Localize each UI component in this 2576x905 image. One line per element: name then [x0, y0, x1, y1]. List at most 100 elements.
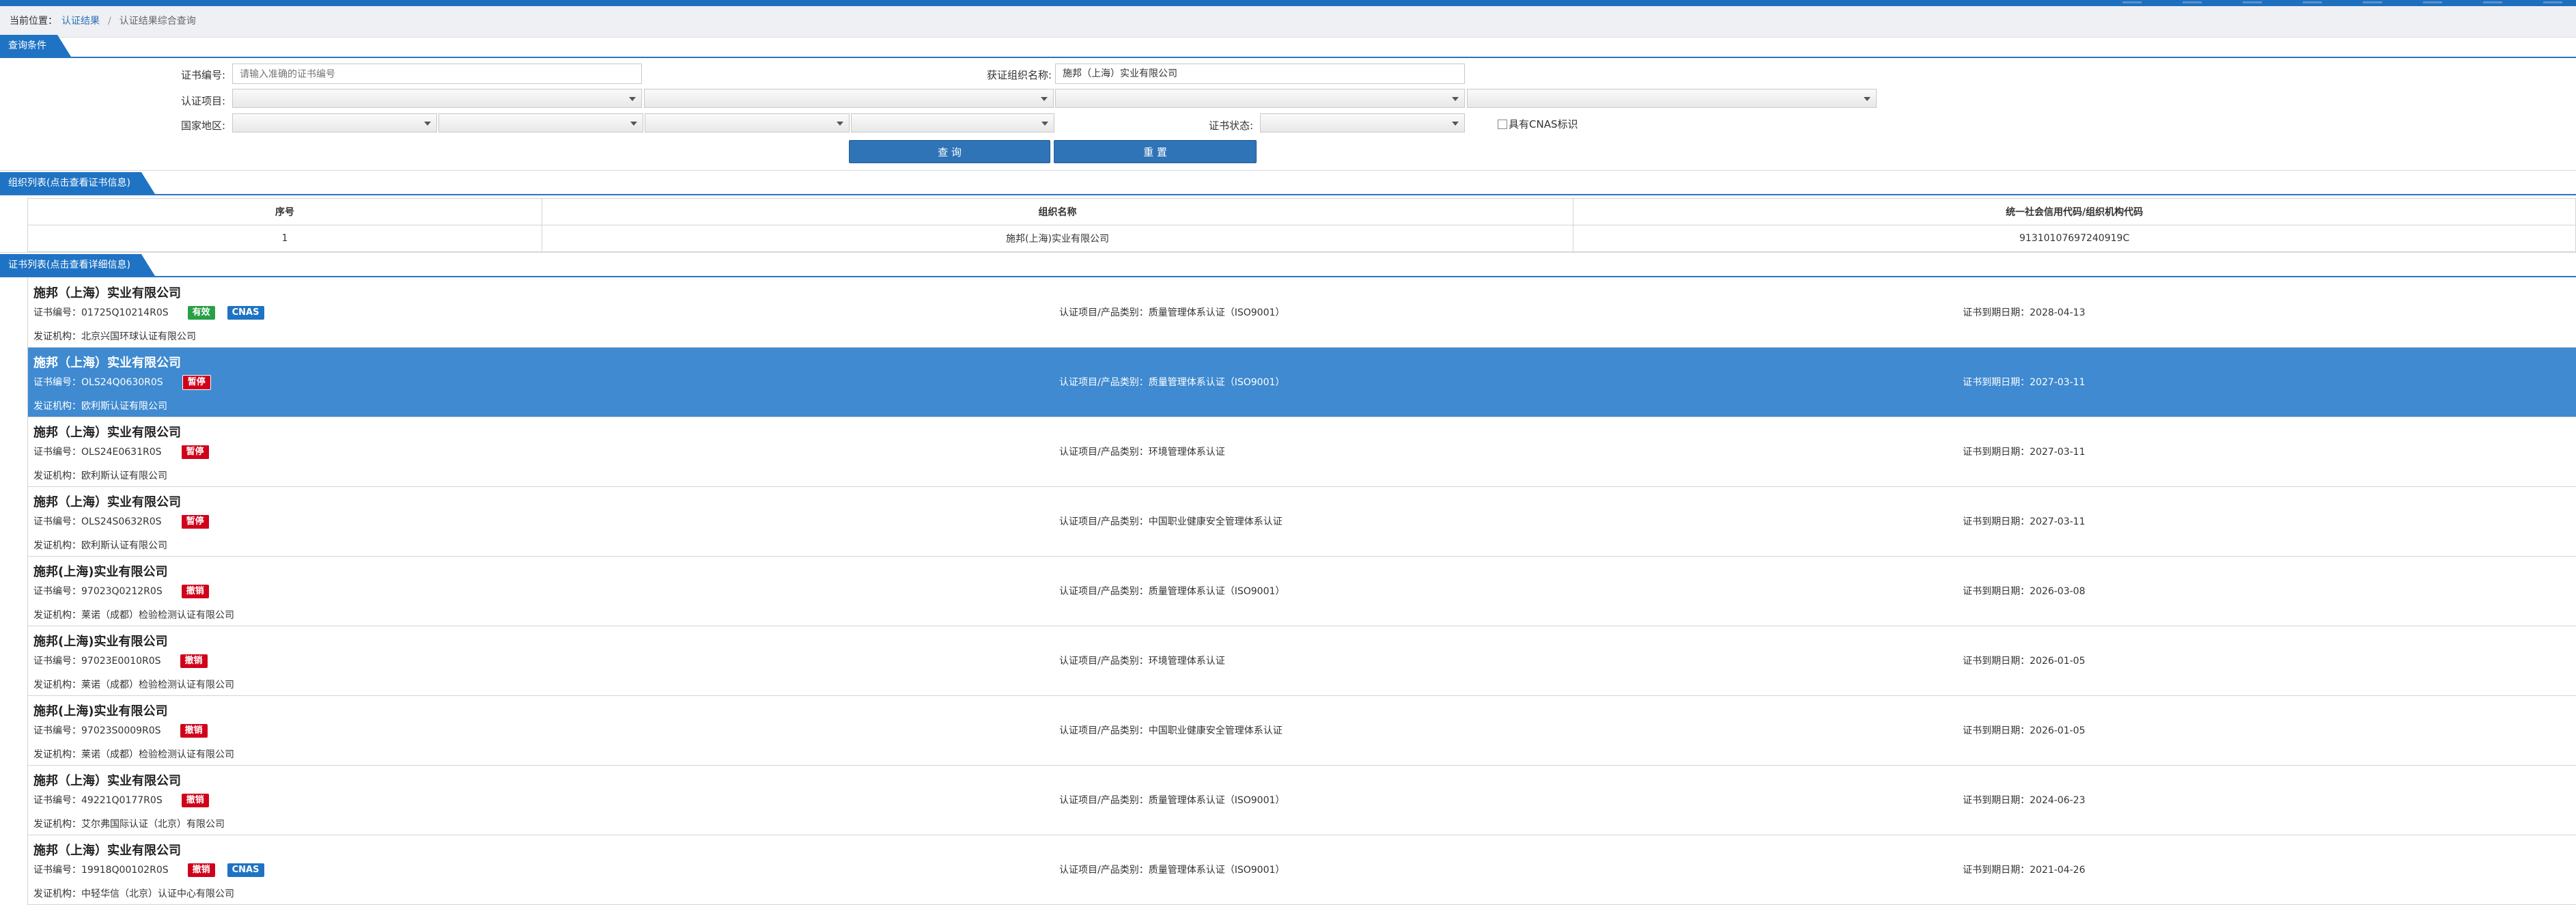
cert-no: 97023Q0212R0S	[81, 586, 163, 597]
col-header-index: 序号	[27, 198, 542, 225]
cnas-checkbox-label: 具有CNAS标识	[1509, 118, 1578, 130]
checkbox-icon[interactable]	[1498, 120, 1507, 129]
project-select-3[interactable]	[1055, 89, 1465, 108]
product-prefix: 认证项目/产品类别：	[1059, 586, 1149, 597]
org-name-input[interactable]: 施邦（上海）实业有限公司	[1055, 64, 1465, 84]
cert-no: OLS24Q0630R0S	[81, 377, 163, 388]
cert-no: 97023S0009R0S	[81, 725, 161, 736]
product-prefix: 认证项目/产品类别：	[1059, 307, 1149, 318]
cert-number-line: 证书编号：01725Q10214R0S 有效 CNAS	[33, 305, 264, 320]
list-item[interactable]: 施邦（上海）实业有限公司 证书编号：49221Q0177R0S 撤销 认证项目/产品类…	[27, 766, 2576, 835]
issuer-prefix: 发证机构：	[33, 680, 81, 691]
cert-issuer: 艾尔弗国际认证（北京）有限公司	[81, 819, 225, 830]
status-badge: 有效	[187, 306, 215, 320]
cert-expiry-line: 证书到期日期：2026-01-05	[1963, 723, 2085, 737]
status-select[interactable]	[1260, 113, 1465, 133]
expiry-prefix: 证书到期日期：	[1963, 656, 2030, 667]
query-section-header: 查询条件	[0, 33, 2576, 58]
search-button[interactable]: 查 询	[849, 140, 1050, 163]
chevron-down-icon	[1452, 122, 1459, 126]
cert-issuer-line: 发证机构：艾尔弗国际认证（北京）有限公司	[33, 817, 225, 831]
breadcrumb-link-results[interactable]: 认证结果	[61, 16, 100, 27]
list-item[interactable]: 施邦（上海）实业有限公司 证书编号：OLS24E0631R0S 暂停 认证项目/产品类…	[27, 417, 2576, 487]
cert-expiry: 2026-03-08	[2030, 586, 2086, 597]
cert-no-input[interactable]	[232, 64, 642, 84]
list-item[interactable]: 施邦(上海)实业有限公司 证书编号：97023E0010R0S 撤销 认证项目/产品类…	[27, 626, 2576, 696]
cert-product-line: 认证项目/产品类别：质量管理体系认证（ISO9001）	[1059, 375, 1285, 389]
cert-number-line: 证书编号：97023E0010R0S 撤销	[33, 654, 208, 668]
nav-link[interactable]	[2183, 1, 2202, 3]
nav-link[interactable]	[2363, 1, 2382, 3]
cert-no: 97023E0010R0S	[81, 656, 161, 667]
project-label: 认证项目:	[180, 95, 225, 107]
list-item[interactable]: 施邦（上海）实业有限公司 证书编号：OLS24S0632R0S 暂停 认证项目/产品类…	[27, 487, 2576, 557]
cert-expiry: 2027-03-11	[2030, 447, 2086, 458]
cert-number-line: 证书编号：OLS24Q0630R0S 暂停	[33, 375, 211, 390]
cert-section-title: 证书列表(点击查看详细信息)	[0, 254, 155, 276]
list-item[interactable]: 施邦(上海)实业有限公司 证书编号：97023S0009R0S 撤销 认证项目/产品类…	[27, 696, 2576, 766]
chevron-down-icon	[424, 122, 431, 126]
cnas-checkbox[interactable]: 具有CNAS标识	[1498, 117, 1578, 131]
cert-expiry: 2021-04-26	[2030, 865, 2086, 876]
status-badge: 撤销	[181, 585, 209, 598]
cert-no-prefix: 证书编号：	[33, 656, 81, 667]
nav-link[interactable]	[2543, 1, 2562, 3]
nav-link[interactable]	[2423, 1, 2442, 3]
breadcrumb-prefix: 当前位置：	[10, 16, 57, 27]
cert-product-line: 认证项目/产品类别：中国职业健康安全管理体系认证	[1059, 723, 1283, 737]
cert-no-prefix: 证书编号：	[33, 795, 81, 806]
org-section-title: 组织列表(点击查看证书信息)	[0, 172, 155, 194]
cert-issuer: 莱诺（成都）检验检测认证有限公司	[81, 610, 234, 621]
cert-number-line: 证书编号：97023S0009R0S 撤销	[33, 723, 208, 738]
issuer-prefix: 发证机构：	[33, 540, 81, 551]
cert-expiry-line: 证书到期日期：2024-06-23	[1963, 793, 2085, 807]
cert-product-line: 认证项目/产品类别：质量管理体系认证（ISO9001）	[1059, 793, 1285, 807]
list-item[interactable]: 施邦（上海）实业有限公司 证书编号：01725Q10214R0S 有效 CNAS 认证项…	[27, 278, 2576, 348]
status-badge: 撤销	[180, 654, 208, 668]
cert-product: 中国职业健康安全管理体系认证	[1148, 725, 1283, 736]
project-select-2[interactable]	[644, 89, 1054, 108]
expiry-prefix: 证书到期日期：	[1963, 516, 2030, 527]
nav-link[interactable]	[2303, 1, 2322, 3]
cert-expiry-line: 证书到期日期：2027-03-11	[1963, 445, 2085, 458]
cert-expiry: 2028-04-13	[2030, 307, 2086, 318]
nav-link[interactable]	[2123, 1, 2142, 3]
cert-expiry: 2027-03-11	[2030, 516, 2086, 527]
issuer-prefix: 发证机构：	[33, 331, 81, 342]
expiry-prefix: 证书到期日期：	[1963, 447, 2030, 458]
cert-product: 环境管理体系认证	[1148, 656, 1225, 667]
region-select-2[interactable]	[438, 113, 643, 133]
list-item[interactable]: 施邦（上海）实业有限公司 证书编号：19918Q00102R0S 撤销 CNAS 认证项…	[27, 835, 2576, 905]
region-select-4[interactable]	[851, 113, 1054, 133]
expiry-prefix: 证书到期日期：	[1963, 307, 2030, 318]
region-select-1[interactable]	[232, 113, 437, 133]
chevron-down-icon	[629, 97, 636, 101]
region-select-3[interactable]	[645, 113, 850, 133]
status-label: 证书状态:	[1208, 120, 1253, 132]
list-item[interactable]: 施邦(上海)实业有限公司 证书编号：97023Q0212R0S 撤销 认证项目/产品类…	[27, 557, 2576, 626]
breadcrumb-separator: /	[108, 16, 111, 27]
table-row[interactable]: 1 施邦(上海)实业有限公司 91310107697240919C	[27, 225, 2576, 252]
cert-number-line: 证书编号：97023Q0212R0S 撤销	[33, 584, 209, 598]
col-header-credit-code: 统一社会信用代码/组织机构代码	[1573, 198, 2576, 225]
cert-issuer: 欧利斯认证有限公司	[81, 401, 167, 412]
issuer-prefix: 发证机构：	[33, 610, 81, 621]
cert-product-line: 认证项目/产品类别：质量管理体系认证（ISO9001）	[1059, 584, 1285, 598]
cert-no-prefix: 证书编号：	[33, 586, 81, 597]
reset-button[interactable]: 重 置	[1054, 140, 1257, 163]
org-name-label: 获证组织名称:	[986, 69, 1052, 81]
cert-product-line: 认证项目/产品类别：中国职业健康安全管理体系认证	[1059, 514, 1283, 528]
product-prefix: 认证项目/产品类别：	[1059, 377, 1149, 388]
cert-issuer-line: 发证机构：中轻华信（北京）认证中心有限公司	[33, 887, 234, 900]
cnas-badge: CNAS	[227, 306, 264, 320]
list-item[interactable]: 施邦（上海）实业有限公司 证书编号：OLS24Q0630R0S 暂停 认证项目/产品类…	[27, 348, 2576, 417]
status-badge: 撤销	[181, 794, 209, 807]
cert-org-name: 施邦（上海）实业有限公司	[33, 426, 181, 440]
project-select-4[interactable]	[1467, 89, 1877, 108]
cert-issuer-line: 发证机构：莱诺（成都）检验检测认证有限公司	[33, 678, 234, 691]
nav-link[interactable]	[2483, 1, 2502, 3]
nav-link[interactable]	[2243, 1, 2262, 3]
cert-issuer: 莱诺（成都）检验检测认证有限公司	[81, 749, 234, 760]
project-select-1[interactable]	[232, 89, 642, 108]
cert-issuer: 欧利斯认证有限公司	[81, 540, 167, 551]
